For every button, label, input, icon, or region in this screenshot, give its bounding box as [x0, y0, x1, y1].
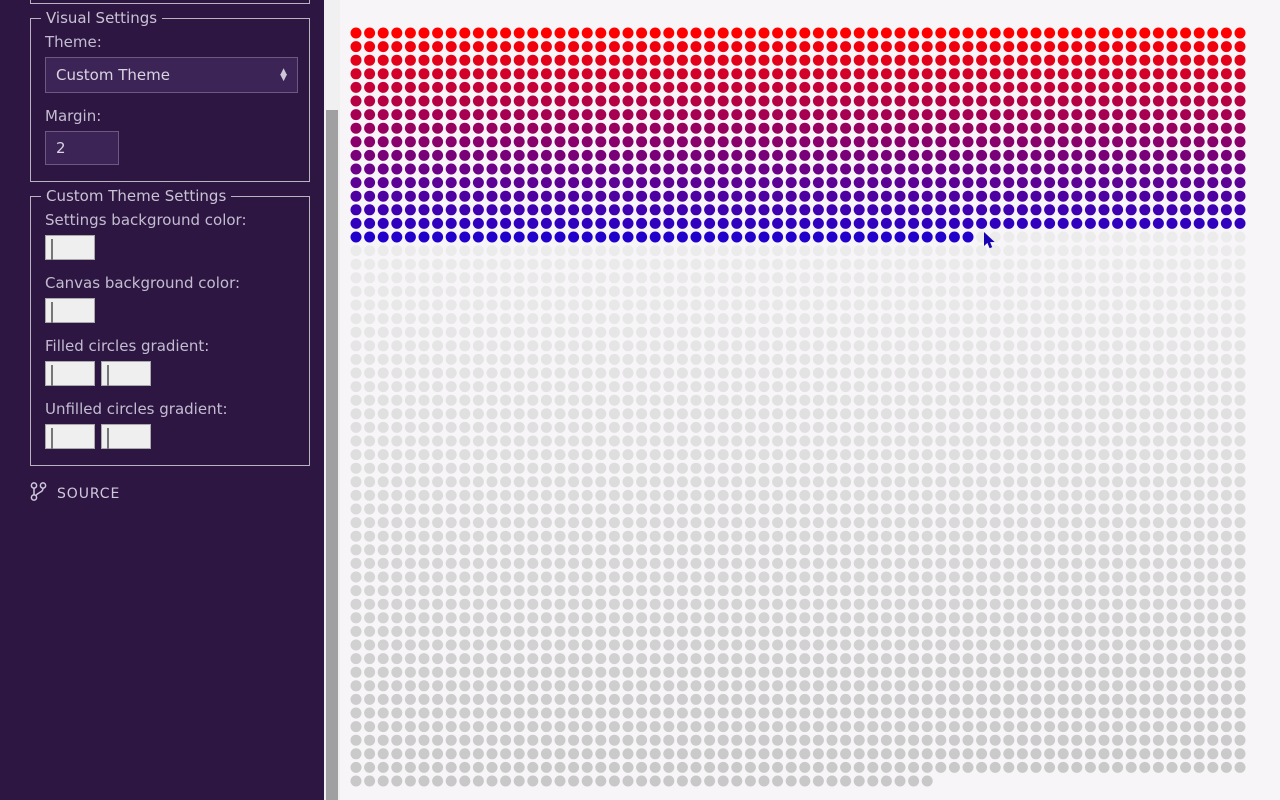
canvas-bg-color-fill [51, 302, 53, 323]
canvas-bg-label: Canvas background color: [45, 274, 241, 292]
settings-scroll-content: Birthdate: 01/15/2000 Expected age: Week… [0, 0, 340, 519]
theme-label: Theme: [45, 33, 102, 51]
filled-gradient-to-fill [107, 365, 109, 386]
canvas-bg-swatch-row [45, 298, 295, 323]
settings-sidebar: Birthdate: 01/15/2000 Expected age: Week… [0, 0, 340, 800]
filled-gradient-from-picker[interactable] [45, 361, 95, 386]
life-grid-dots [350, 27, 1246, 787]
unfilled-gradient-label: Unfilled circles gradient: [45, 400, 228, 418]
custom-theme-legend: Custom Theme Settings [41, 187, 232, 205]
theme-select-value: Custom Theme [56, 66, 170, 84]
margin-input[interactable] [45, 131, 119, 165]
theme-select[interactable]: Custom Theme ▲ ▼ [45, 57, 298, 93]
source-label: SOURCE [57, 485, 121, 502]
custom-theme-fieldset: Custom Theme Settings Settings backgroun… [30, 187, 310, 466]
settings-bg-label: Settings background color: [45, 211, 247, 229]
filled-gradient-from-fill [51, 365, 53, 386]
visual-settings-fieldset: Visual Settings Theme: Custom Theme ▲ ▼ M… [30, 9, 310, 182]
chevron-updown-icon[interactable]: ▲ ▼ [280, 68, 287, 83]
git-branch-icon [30, 482, 47, 505]
settings-bg-color-fill [51, 239, 53, 260]
sidebar-scrollbar-track[interactable] [324, 0, 340, 800]
unfilled-gradient-to-fill [107, 428, 109, 449]
filled-gradient-to-picker[interactable] [101, 361, 151, 386]
unfilled-gradient-to-picker[interactable] [101, 424, 151, 449]
sidebar-scrollbar-thumb[interactable] [326, 110, 338, 800]
unfilled-gradient-from-fill [51, 428, 53, 449]
unfilled-gradient-swatch-row [45, 424, 295, 449]
visual-settings-legend: Visual Settings [41, 9, 163, 27]
settings-bg-color-picker[interactable] [45, 235, 95, 260]
settings-bg-swatch-row [45, 235, 295, 260]
canvas-bg-color-picker[interactable] [45, 298, 95, 323]
life-settings-fieldset: Birthdate: 01/15/2000 Expected age: Week… [30, 0, 310, 4]
life-grid-canvas[interactable] [340, 0, 1280, 800]
unfilled-gradient-from-picker[interactable] [45, 424, 95, 449]
filled-gradient-swatch-row [45, 361, 295, 386]
margin-label: Margin: [45, 107, 102, 125]
source-link[interactable]: SOURCE [30, 482, 340, 505]
filled-gradient-label: Filled circles gradient: [45, 337, 210, 355]
